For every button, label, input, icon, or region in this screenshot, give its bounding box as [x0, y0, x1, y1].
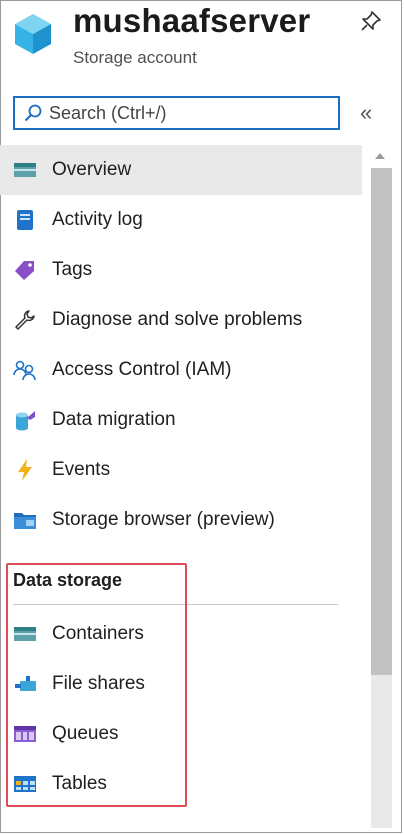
activity-log-icon — [13, 208, 37, 232]
section-divider — [13, 604, 338, 605]
menu-item-label: Diagnose and solve problems — [52, 309, 303, 330]
page-subtitle: Storage account — [73, 48, 197, 67]
section-header: Data storage — [13, 570, 123, 590]
menu-item-containers[interactable]: Containers — [0, 609, 362, 659]
queues-icon — [13, 722, 37, 746]
scrollbar-thumb[interactable] — [371, 168, 392, 675]
people-icon — [13, 358, 37, 382]
menu-item-activity-log[interactable]: Activity log — [0, 195, 362, 245]
storage-browser-icon — [13, 508, 37, 532]
lightning-icon — [13, 458, 37, 482]
tables-icon — [13, 772, 37, 796]
menu-item-queues[interactable]: Queues — [0, 709, 362, 759]
containers-icon — [13, 622, 37, 646]
tag-icon — [13, 258, 37, 282]
pin-icon[interactable] — [360, 10, 382, 32]
menu-item-diagnose[interactable]: Diagnose and solve problems — [0, 295, 362, 345]
menu-item-label: Access Control (IAM) — [52, 359, 232, 380]
menu-item-label: Queues — [52, 723, 119, 744]
menu-item-events[interactable]: Events — [0, 445, 362, 495]
data-migration-icon — [13, 408, 37, 432]
collapse-menu-button[interactable]: « — [360, 100, 372, 126]
menu-item-label: Events — [52, 459, 111, 480]
wrench-icon — [13, 308, 37, 332]
menu-item-label: File shares — [52, 673, 145, 694]
search-input[interactable] — [49, 102, 329, 124]
menu-item-file-shares[interactable]: File shares — [0, 659, 362, 709]
menu-item-label: Activity log — [52, 209, 143, 230]
menu-item-label: Data migration — [52, 409, 176, 430]
file-shares-icon — [13, 672, 37, 696]
menu-item-access-control[interactable]: Access Control (IAM) — [0, 345, 362, 395]
menu-item-label: Containers — [52, 623, 144, 644]
menu-item-overview[interactable]: Overview — [0, 145, 362, 195]
menu-item-tags[interactable]: Tags — [0, 245, 362, 295]
scroll-up-arrow-icon[interactable] — [373, 150, 387, 162]
menu-item-label: Overview — [52, 159, 132, 180]
menu-item-label: Storage browser (preview) — [52, 509, 275, 530]
overview-icon — [13, 158, 37, 182]
page-title: mushaafserver — [73, 2, 311, 39]
menu-item-data-migration[interactable]: Data migration — [0, 395, 362, 445]
storage-account-icon — [15, 14, 51, 54]
menu-item-storage-browser[interactable]: Storage browser (preview) — [0, 495, 362, 545]
search-icon — [24, 104, 42, 122]
menu-item-tables[interactable]: Tables — [0, 759, 362, 809]
menu-item-label: Tags — [52, 259, 93, 280]
resource-menu: Overview Activity log Tags Diagnose and … — [0, 145, 362, 545]
search-box[interactable] — [13, 96, 340, 130]
menu-item-label: Tables — [52, 773, 107, 794]
